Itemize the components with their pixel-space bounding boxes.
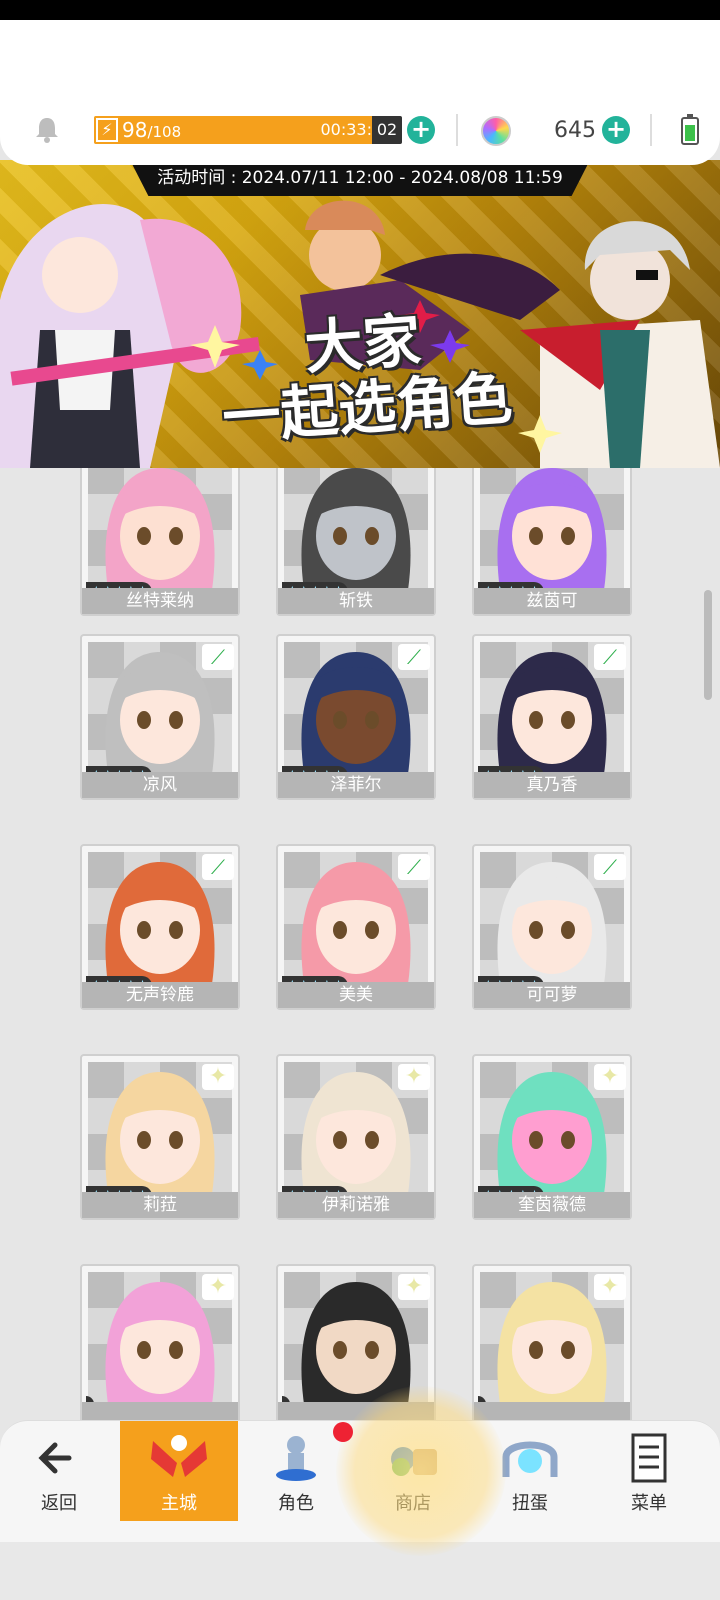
character-name: 莉菈 bbox=[82, 1192, 238, 1218]
shop-icon bbox=[391, 1447, 437, 1476]
character-name: 可可萝 bbox=[474, 982, 630, 1008]
energy-bar: ⚡ 98/108 00:33: 02 bbox=[94, 116, 402, 144]
nav-menu-button[interactable]: 菜单 bbox=[590, 1421, 708, 1521]
leaf-tag-icon: ⟋ bbox=[594, 644, 626, 670]
character-name: 斩铁 bbox=[278, 588, 434, 614]
character-card[interactable]: ✦★★★★★莉菈 bbox=[80, 1054, 240, 1220]
character-card[interactable]: ★★★★★斩铁 bbox=[276, 460, 436, 616]
leaf-tag-icon: ⟋ bbox=[202, 854, 234, 880]
gem-icon bbox=[481, 116, 511, 146]
character-name bbox=[474, 1402, 630, 1420]
nav-menu-label: 菜单 bbox=[631, 1493, 667, 1514]
add-energy-button[interactable]: + bbox=[407, 116, 435, 144]
energy-icon: ⚡ bbox=[96, 118, 118, 142]
character-name bbox=[278, 1402, 434, 1420]
energy-timer: 00:33: bbox=[320, 120, 373, 139]
character-card[interactable]: ★★★★★丝特莱纳 bbox=[80, 460, 240, 616]
character-name: 真乃香 bbox=[474, 772, 630, 798]
character-portrait bbox=[88, 460, 232, 590]
main-city-icon bbox=[151, 1435, 207, 1477]
nav-shop-button[interactable]: 商店 bbox=[354, 1421, 472, 1521]
system-nav-area bbox=[0, 1542, 720, 1600]
leaf-tag-icon: ⟋ bbox=[594, 854, 626, 880]
character-name: 凉风 bbox=[82, 772, 238, 798]
energy-max: /108 bbox=[147, 123, 182, 141]
nav-main-city-label: 主城 bbox=[161, 1493, 197, 1514]
character-card[interactable]: ⟋★★★★★可可萝 bbox=[472, 844, 632, 1010]
character-name: 奎茵薇德 bbox=[474, 1192, 630, 1218]
character-portrait bbox=[284, 460, 428, 590]
bell-icon[interactable] bbox=[34, 115, 60, 143]
nav-back-label: 返回 bbox=[41, 1493, 77, 1514]
character-card[interactable]: ⟋★★★★★凉风 bbox=[80, 634, 240, 800]
event-time: 活动时间 : 2024.07/11 12:00 - 2024.08/08 11:… bbox=[130, 160, 590, 196]
character-name: 丝特莱纳 bbox=[82, 588, 238, 614]
bottom-nav-bar: 返回 主城 角色 商店 扭蛋 菜单 bbox=[0, 1420, 720, 1543]
banner-title: 大家 一起选角色 bbox=[220, 306, 515, 452]
character-name: 无声铃鹿 bbox=[82, 982, 238, 1008]
star-tag-icon: ✦ bbox=[398, 1064, 430, 1090]
character-card[interactable]: ✦ bbox=[80, 1264, 240, 1420]
character-icon bbox=[276, 1436, 316, 1481]
character-card[interactable]: ✦★★★★★奎茵薇德 bbox=[472, 1054, 632, 1220]
top-status-panel: ⚡ 98/108 00:33: 02 + 645 + bbox=[0, 20, 720, 165]
divider bbox=[456, 114, 458, 146]
character-card[interactable]: ⟋★★★★★泽菲尔 bbox=[276, 634, 436, 800]
character-name: 美美 bbox=[278, 982, 434, 1008]
battery-icon bbox=[681, 114, 699, 145]
character-card[interactable]: ⟋★★★★★真乃香 bbox=[472, 634, 632, 800]
star-tag-icon: ✦ bbox=[594, 1064, 626, 1090]
leaf-tag-icon: ⟋ bbox=[398, 644, 430, 670]
character-card[interactable]: ✦★★★★★伊莉诺雅 bbox=[276, 1054, 436, 1220]
character-card[interactable]: ⟋★★★★★无声铃鹿 bbox=[80, 844, 240, 1010]
character-card[interactable]: ⟋★★★★★美美 bbox=[276, 844, 436, 1010]
character-grid[interactable]: ★★★★★丝特莱纳★★★★★斩铁★★★★★兹茵可 ⟋★★★★★凉风⟋★★★★★泽菲… bbox=[0, 460, 720, 1420]
character-name: 泽菲尔 bbox=[278, 772, 434, 798]
nav-gacha-button[interactable]: 扭蛋 bbox=[471, 1421, 589, 1521]
character-card[interactable]: ✦ bbox=[276, 1264, 436, 1420]
gem-count: 645 bbox=[554, 118, 596, 143]
leaf-tag-icon: ⟋ bbox=[202, 644, 234, 670]
energy-timer-seconds: 02 bbox=[372, 116, 402, 144]
leaf-tag-icon: ⟋ bbox=[398, 854, 430, 880]
add-gem-button[interactable]: + bbox=[602, 116, 630, 144]
nav-gacha-label: 扭蛋 bbox=[512, 1493, 548, 1514]
character-card[interactable]: ✦ bbox=[472, 1264, 632, 1420]
energy-current: 98 bbox=[122, 118, 148, 142]
character-notification-badge bbox=[333, 1422, 353, 1442]
character-name: 伊莉诺雅 bbox=[278, 1192, 434, 1218]
nav-character-label: 角色 bbox=[278, 1493, 314, 1514]
character-portrait bbox=[480, 460, 624, 590]
system-status-bar bbox=[0, 0, 720, 20]
nav-main-city-button[interactable]: 主城 bbox=[120, 1421, 238, 1521]
divider bbox=[650, 114, 652, 146]
nav-back-button[interactable]: 返回 bbox=[0, 1421, 118, 1521]
nav-shop-label: 商店 bbox=[395, 1493, 431, 1514]
character-name: 兹茵可 bbox=[474, 588, 630, 614]
back-arrow-icon bbox=[38, 1442, 72, 1474]
star-tag-icon: ✦ bbox=[202, 1064, 234, 1090]
star-tag-icon: ✦ bbox=[398, 1274, 430, 1300]
gacha-icon bbox=[502, 1441, 558, 1477]
event-banner[interactable]: 活动时间 : 2024.07/11 12:00 - 2024.08/08 11:… bbox=[0, 160, 720, 468]
menu-icon bbox=[631, 1433, 667, 1483]
character-name bbox=[82, 1402, 238, 1420]
star-tag-icon: ✦ bbox=[202, 1274, 234, 1300]
scrollbar[interactable] bbox=[704, 590, 712, 700]
star-tag-icon: ✦ bbox=[594, 1274, 626, 1300]
character-card[interactable]: ★★★★★兹茵可 bbox=[472, 460, 632, 616]
